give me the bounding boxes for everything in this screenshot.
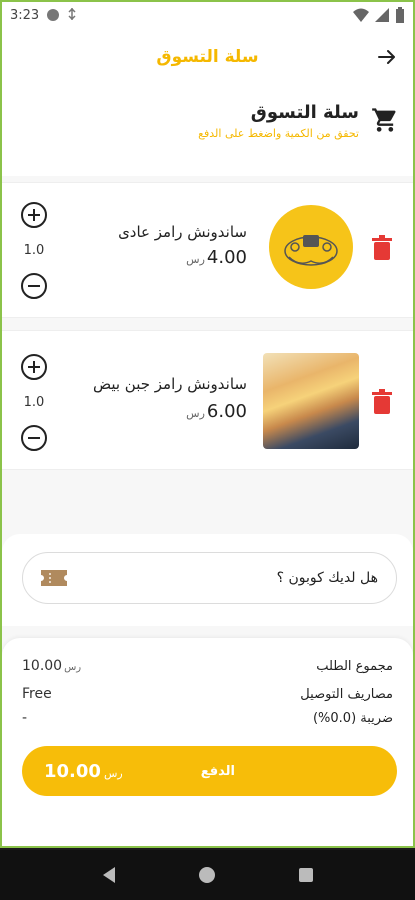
coupon-card: هل لديك كوبون ؟ [2, 534, 413, 626]
nav-recents-icon[interactable] [298, 867, 314, 883]
minus-icon[interactable] [20, 272, 48, 300]
status-time: 3:23 [10, 7, 40, 23]
item-name: ساندونش رامز جبن بيض [92, 375, 247, 393]
item-price: رس 4.00 [186, 247, 247, 268]
cart-item: ساندونش رامز عادى رس 4.00 1.0 [2, 182, 413, 318]
minus-icon[interactable] [20, 424, 48, 452]
nav-home-icon[interactable] [198, 866, 216, 884]
app-bar-title: سلة التسوق [156, 47, 259, 67]
delivery-row: Free مصاريف التوصيل [22, 686, 393, 702]
quantity-value: 1.0 [23, 395, 45, 410]
cart-item: ساندونش رامز جبن بيض رس 6.00 1.0 [2, 330, 413, 470]
tax-row: - ضريبة (0.0%) [22, 710, 393, 726]
item-price-value: 6.00 [206, 401, 247, 422]
nav-back-icon[interactable] [101, 866, 117, 884]
order-total-label: مجموع الطلب [316, 659, 393, 674]
quantity-value: 1.0 [23, 243, 45, 258]
quantity-stepper: 1.0 [18, 201, 50, 300]
item-photo-image [263, 353, 359, 449]
pay-button[interactable]: 10.00 رس الدفع [22, 746, 397, 796]
wifi-icon [353, 8, 369, 22]
order-summary: 10.00 رس مجموع الطلب Free مصاريف التوصيل… [2, 638, 413, 846]
order-total-value: 10.00 رس [22, 658, 82, 674]
restaurant-logo-icon [284, 235, 338, 266]
signal-icon [375, 8, 389, 22]
item-price-value: 4.00 [206, 247, 247, 268]
delivery-label: مصاريف التوصيل [300, 687, 393, 702]
cart-header: سلة التسوق تحقق من الكمية واضغط على الدف… [2, 86, 413, 176]
item-logo-image [269, 205, 353, 289]
tax-label: ضريبة (0.0%) [312, 711, 393, 726]
coupon-input[interactable]: هل لديك كوبون ؟ [22, 552, 397, 604]
item-price-currency: رس [186, 253, 205, 266]
back-arrow-icon[interactable] [375, 45, 399, 69]
battery-icon [396, 7, 404, 23]
plus-icon[interactable] [20, 201, 48, 229]
pay-total: 10.00 رس [44, 760, 123, 782]
app-bar: سلة التسوق [2, 28, 413, 86]
system-nav-bar [0, 850, 415, 900]
quantity-stepper: 1.0 [18, 353, 50, 452]
tax-value: - [22, 710, 28, 726]
order-total-row: 10.00 رس مجموع الطلب [22, 658, 393, 674]
cart-subtitle: تحقق من الكمية واضغط على الدفع [198, 127, 359, 140]
plus-icon[interactable] [20, 353, 48, 381]
item-name: ساندونش رامز عادى [118, 223, 247, 241]
cart-title: سلة التسوق [250, 102, 359, 123]
coupon-ticket-icon [41, 570, 67, 586]
status-bar: 3:23 [2, 2, 413, 28]
cart-icon [372, 108, 396, 132]
pay-button-label: الدفع [200, 763, 235, 779]
coupon-placeholder: هل لديك كوبون ؟ [276, 570, 378, 586]
delivery-value: Free [22, 686, 52, 702]
item-price-currency: رس [186, 407, 205, 420]
usb-icon [68, 8, 76, 21]
item-price: رس 6.00 [186, 401, 247, 422]
app-screen: 3:23 سلة التسوق سلة التسوق تحقق من الكمي… [0, 0, 415, 848]
trash-icon[interactable] [371, 235, 393, 261]
notification-dot-icon [47, 9, 60, 21]
trash-icon[interactable] [371, 389, 393, 415]
